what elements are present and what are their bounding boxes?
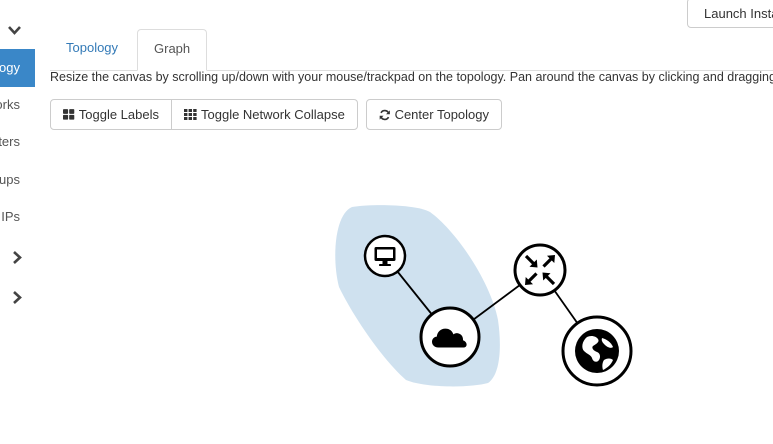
sidebar-item-topology[interactable]: Topology bbox=[0, 49, 35, 87]
toggle-network-collapse-button[interactable]: Toggle Network Collapse bbox=[171, 99, 358, 130]
external-network-node[interactable] bbox=[561, 315, 633, 387]
toggle-labels-label: Toggle Labels bbox=[78, 107, 159, 122]
topology-canvas[interactable] bbox=[330, 200, 650, 400]
sidebar-group-expand[interactable] bbox=[0, 238, 35, 276]
toggle-network-collapse-label: Toggle Network Collapse bbox=[201, 107, 345, 122]
sidebar-item-floating-ips[interactable]: Floating IPs bbox=[0, 198, 35, 236]
sidebar: Topology Networks Routers Security Group… bbox=[0, 0, 35, 444]
sidebar-item-label: Routers bbox=[0, 134, 20, 149]
chevron-right-icon bbox=[13, 250, 22, 264]
tab-graph[interactable]: Graph bbox=[137, 29, 208, 71]
toggle-labels-button[interactable]: Toggle Labels bbox=[50, 99, 172, 130]
center-topology-label: Center Topology bbox=[394, 107, 489, 122]
chevron-down-icon bbox=[8, 25, 21, 35]
tab-bar: Topology Graph bbox=[50, 29, 773, 71]
sidebar-item-label: Floating IPs bbox=[0, 209, 20, 224]
router-node[interactable] bbox=[513, 243, 567, 297]
launch-instance-button[interactable]: Launch Instance bbox=[687, 0, 773, 28]
sidebar-item-security-groups[interactable]: Security Groups bbox=[0, 161, 35, 199]
sidebar-item-label: Security Groups bbox=[0, 172, 20, 187]
sidebar-group-expand[interactable] bbox=[0, 278, 35, 316]
chevron-right-icon bbox=[13, 290, 22, 304]
globe-icon bbox=[575, 329, 619, 373]
sidebar-item-routers[interactable]: Routers bbox=[0, 123, 35, 161]
launch-instance-label: Launch Instance bbox=[704, 5, 773, 21]
help-text: Resize the canvas by scrolling up/down w… bbox=[50, 70, 773, 84]
th-icon bbox=[184, 109, 197, 120]
instance-node[interactable] bbox=[363, 234, 407, 278]
sidebar-collapse-toggle[interactable] bbox=[0, 16, 35, 44]
tab-topology[interactable]: Topology bbox=[50, 29, 134, 70]
refresh-icon bbox=[379, 109, 390, 120]
sidebar-item-label: Topology bbox=[0, 60, 20, 75]
sidebar-item-networks[interactable]: Networks bbox=[0, 86, 35, 124]
th-large-icon bbox=[63, 109, 75, 120]
sidebar-item-label: Networks bbox=[0, 97, 20, 112]
center-topology-button[interactable]: Center Topology bbox=[366, 99, 502, 130]
network-node[interactable] bbox=[419, 306, 481, 368]
